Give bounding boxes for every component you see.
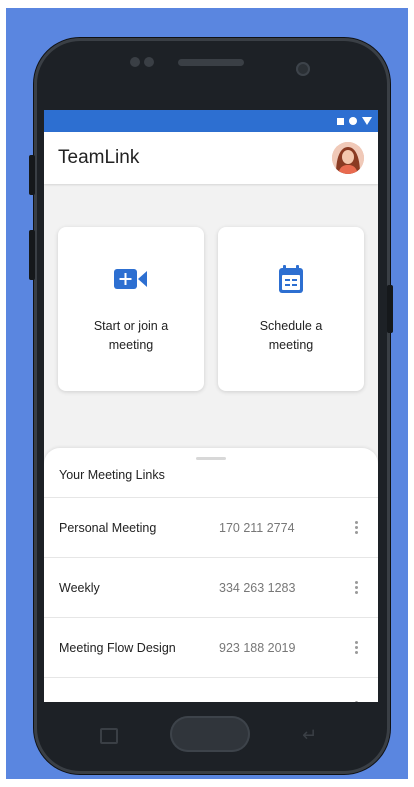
phone-side-button xyxy=(29,230,35,280)
recent-apps-icon[interactable] xyxy=(100,728,118,744)
phone-speaker xyxy=(178,59,244,66)
start-join-meeting-card[interactable]: Start or join a meeting xyxy=(58,227,204,391)
sheet-drag-handle[interactable] xyxy=(196,457,226,460)
meeting-links-title: Your Meeting Links xyxy=(59,468,165,482)
meeting-links-list: Personal Meeting 170 211 2774 Weekly 334… xyxy=(44,498,378,702)
back-icon[interactable]: ↵ xyxy=(302,727,317,745)
list-item[interactable] xyxy=(44,678,378,702)
meeting-name: Weekly xyxy=(59,580,100,595)
app-bar: TeamLink xyxy=(44,132,378,184)
phone-nav-bar: ↵ xyxy=(44,702,378,768)
phone-screen: TeamLink Start or join a meeting Schedul… xyxy=(44,110,378,702)
meeting-id: 334 263 1283 xyxy=(219,580,296,595)
phone-side-button xyxy=(387,285,393,333)
more-vert-icon[interactable] xyxy=(355,580,358,594)
meeting-id: 170 211 2774 xyxy=(219,520,295,535)
phone-camera xyxy=(296,62,310,76)
list-item[interactable]: Personal Meeting 170 211 2774 xyxy=(44,498,378,558)
home-button[interactable] xyxy=(170,716,250,752)
avatar-icon xyxy=(332,142,364,174)
phone-side-button xyxy=(29,155,35,195)
triangle-icon xyxy=(362,117,372,125)
phone-sensor-dots xyxy=(130,57,154,67)
start-join-meeting-label: Start or join a meeting xyxy=(93,319,169,352)
quick-actions: Start or join a meeting Schedule a meeti… xyxy=(58,227,364,391)
more-vert-icon[interactable] xyxy=(355,640,358,654)
more-vert-icon[interactable] xyxy=(355,520,358,534)
status-bar xyxy=(44,110,378,132)
meeting-name: Personal Meeting xyxy=(59,520,157,535)
square-icon xyxy=(337,117,344,125)
app-title: TeamLink xyxy=(58,147,140,168)
meeting-name: Meeting Flow Design xyxy=(59,640,176,655)
circle-icon xyxy=(349,117,357,125)
list-item[interactable]: Meeting Flow Design 923 188 2019 xyxy=(44,618,378,678)
list-item[interactable]: Weekly 334 263 1283 xyxy=(44,558,378,618)
avatar[interactable] xyxy=(332,142,364,174)
schedule-meeting-card[interactable]: Schedule a meeting xyxy=(218,227,364,391)
meeting-id: 923 188 2019 xyxy=(219,640,296,655)
video-plus-icon xyxy=(114,263,148,295)
schedule-meeting-label: Schedule a meeting xyxy=(259,319,323,352)
meeting-links-sheet: Your Meeting Links Personal Meeting 170 … xyxy=(44,448,378,702)
calendar-icon xyxy=(278,263,304,295)
